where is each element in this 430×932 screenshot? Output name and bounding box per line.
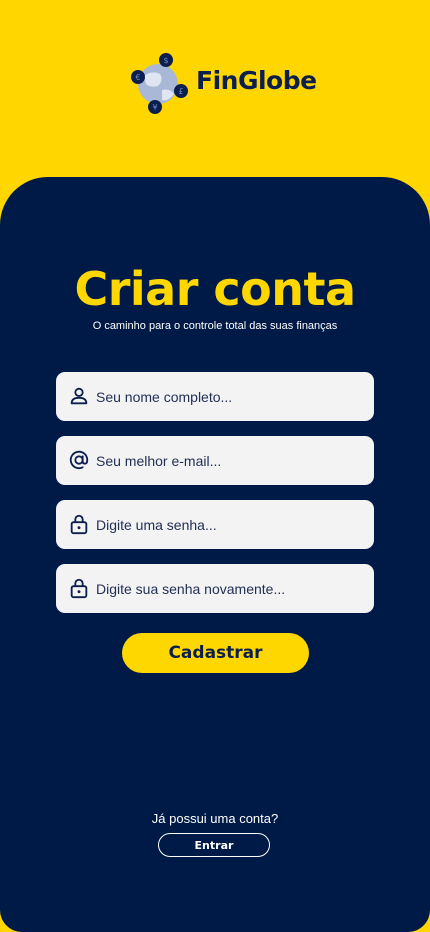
currency-symbol: € (135, 73, 140, 82)
register-button[interactable]: Cadastrar (122, 633, 309, 673)
currency-symbol: £ (178, 87, 183, 96)
password-field[interactable] (56, 500, 374, 549)
brand-name: FinGlobe (196, 66, 317, 95)
currency-symbol: $ (163, 56, 168, 65)
lock-icon (70, 514, 88, 535)
lock-icon (70, 578, 88, 599)
email-field[interactable] (56, 436, 374, 485)
confirm-password-field[interactable] (56, 564, 374, 613)
signup-screen: $ € £ ¥ FinGlobe Criar conta O caminho p… (0, 0, 430, 932)
page-subtitle: O caminho para o controle total das suas… (92, 320, 338, 332)
globe-logo-icon: $ € £ ¥ (131, 53, 188, 114)
login-prompt: Já possui uma conta? (151, 811, 279, 826)
logo: $ € £ ¥ FinGlobe (130, 52, 330, 114)
header: $ € £ ¥ FinGlobe (0, 0, 430, 180)
user-icon (70, 387, 88, 405)
login-button[interactable]: Entrar (158, 833, 270, 857)
name-input[interactable] (96, 372, 366, 421)
page-title: Criar conta (74, 262, 356, 316)
name-field[interactable] (56, 372, 374, 421)
email-input[interactable] (96, 436, 366, 485)
password-input[interactable] (96, 500, 366, 549)
at-sign-icon (69, 450, 89, 470)
currency-symbol: ¥ (152, 103, 157, 112)
confirm-password-input[interactable] (96, 564, 366, 613)
